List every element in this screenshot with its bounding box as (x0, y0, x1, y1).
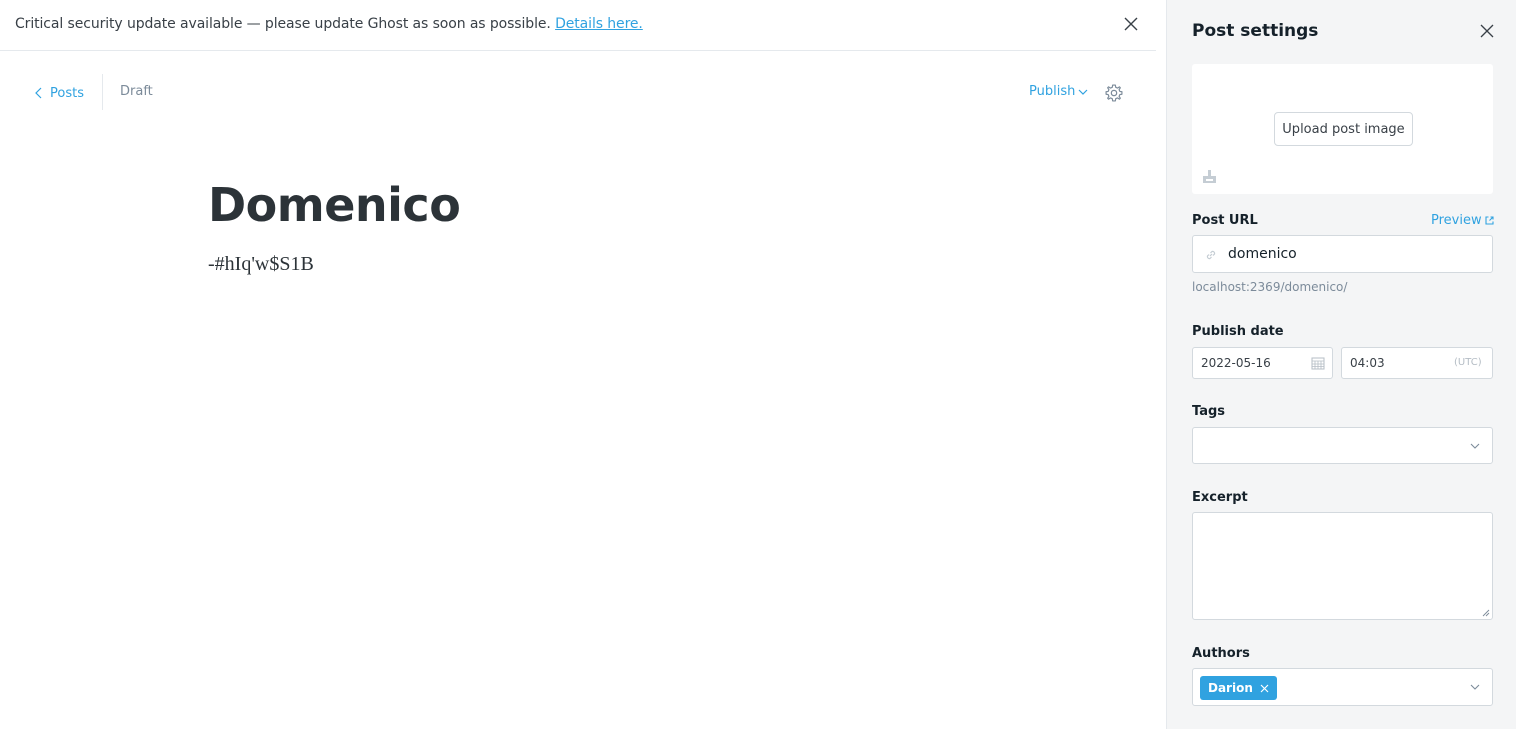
publish-date-label: Publish date (1192, 324, 1284, 339)
publish-date-input[interactable]: 2022-05-16 (1192, 347, 1333, 379)
remove-icon[interactable] (1260, 684, 1269, 693)
link-icon (1206, 250, 1216, 260)
upload-icon[interactable] (1202, 169, 1217, 184)
publish-time-input[interactable]: 04:03 (UTC) (1341, 347, 1493, 379)
resize-handle-icon[interactable] (1482, 609, 1490, 617)
tags-select[interactable] (1192, 427, 1493, 464)
alert-message: Critical security update available — ple… (15, 16, 551, 32)
chevron-left-icon (35, 87, 42, 99)
chevron-down-icon (1470, 684, 1480, 690)
post-image-uploader: Upload post image (1192, 64, 1493, 194)
nav-divider (102, 74, 103, 110)
back-link-label: Posts (50, 85, 84, 101)
preview-label: Preview (1431, 213, 1482, 228)
publish-time-value: 04:03 (1350, 356, 1385, 370)
publish-button[interactable]: Publish (1029, 84, 1088, 99)
authors-select[interactable]: Darion (1192, 668, 1493, 706)
security-alert-banner: Critical security update available — ple… (0, 0, 1156, 51)
tags-label: Tags (1192, 404, 1226, 419)
external-link-icon (1485, 216, 1494, 225)
alert-details-link[interactable]: Details here. (555, 16, 643, 32)
publish-date-value: 2022-05-16 (1201, 356, 1271, 370)
post-url-hint: localhost:2369/domenico/ (1192, 280, 1348, 294)
post-settings-panel: Post settings Upload post image Post URL… (1166, 0, 1516, 729)
timezone-label: (UTC) (1454, 357, 1482, 368)
chevron-down-icon (1470, 443, 1480, 449)
chevron-down-icon (1078, 89, 1088, 95)
authors-label: Authors (1192, 646, 1250, 661)
gear-icon[interactable] (1104, 83, 1124, 103)
calendar-icon[interactable] (1311, 356, 1325, 370)
excerpt-label: Excerpt (1192, 490, 1248, 505)
upload-post-image-button[interactable]: Upload post image (1274, 112, 1413, 146)
publish-label: Publish (1029, 84, 1076, 99)
panel-title: Post settings (1192, 21, 1319, 41)
author-chip[interactable]: Darion (1200, 676, 1277, 700)
preview-link[interactable]: Preview (1431, 213, 1494, 228)
editor-pane: Critical security update available — ple… (0, 0, 1166, 729)
post-url-input[interactable]: domenico (1192, 235, 1493, 273)
back-to-posts-link[interactable]: Posts (34, 84, 84, 102)
post-url-value: domenico (1228, 246, 1297, 262)
post-status: Draft (120, 84, 153, 99)
close-icon[interactable] (1479, 23, 1495, 39)
excerpt-textarea[interactable] (1192, 512, 1493, 620)
author-chip-label: Darion (1208, 681, 1253, 695)
post-title[interactable]: Domenico (208, 178, 461, 232)
post-url-label: Post URL (1192, 213, 1258, 228)
close-icon[interactable] (1122, 15, 1140, 33)
alert-text: Critical security update available — ple… (15, 16, 643, 32)
post-body[interactable]: -#hIq'w$S1B (208, 253, 314, 276)
